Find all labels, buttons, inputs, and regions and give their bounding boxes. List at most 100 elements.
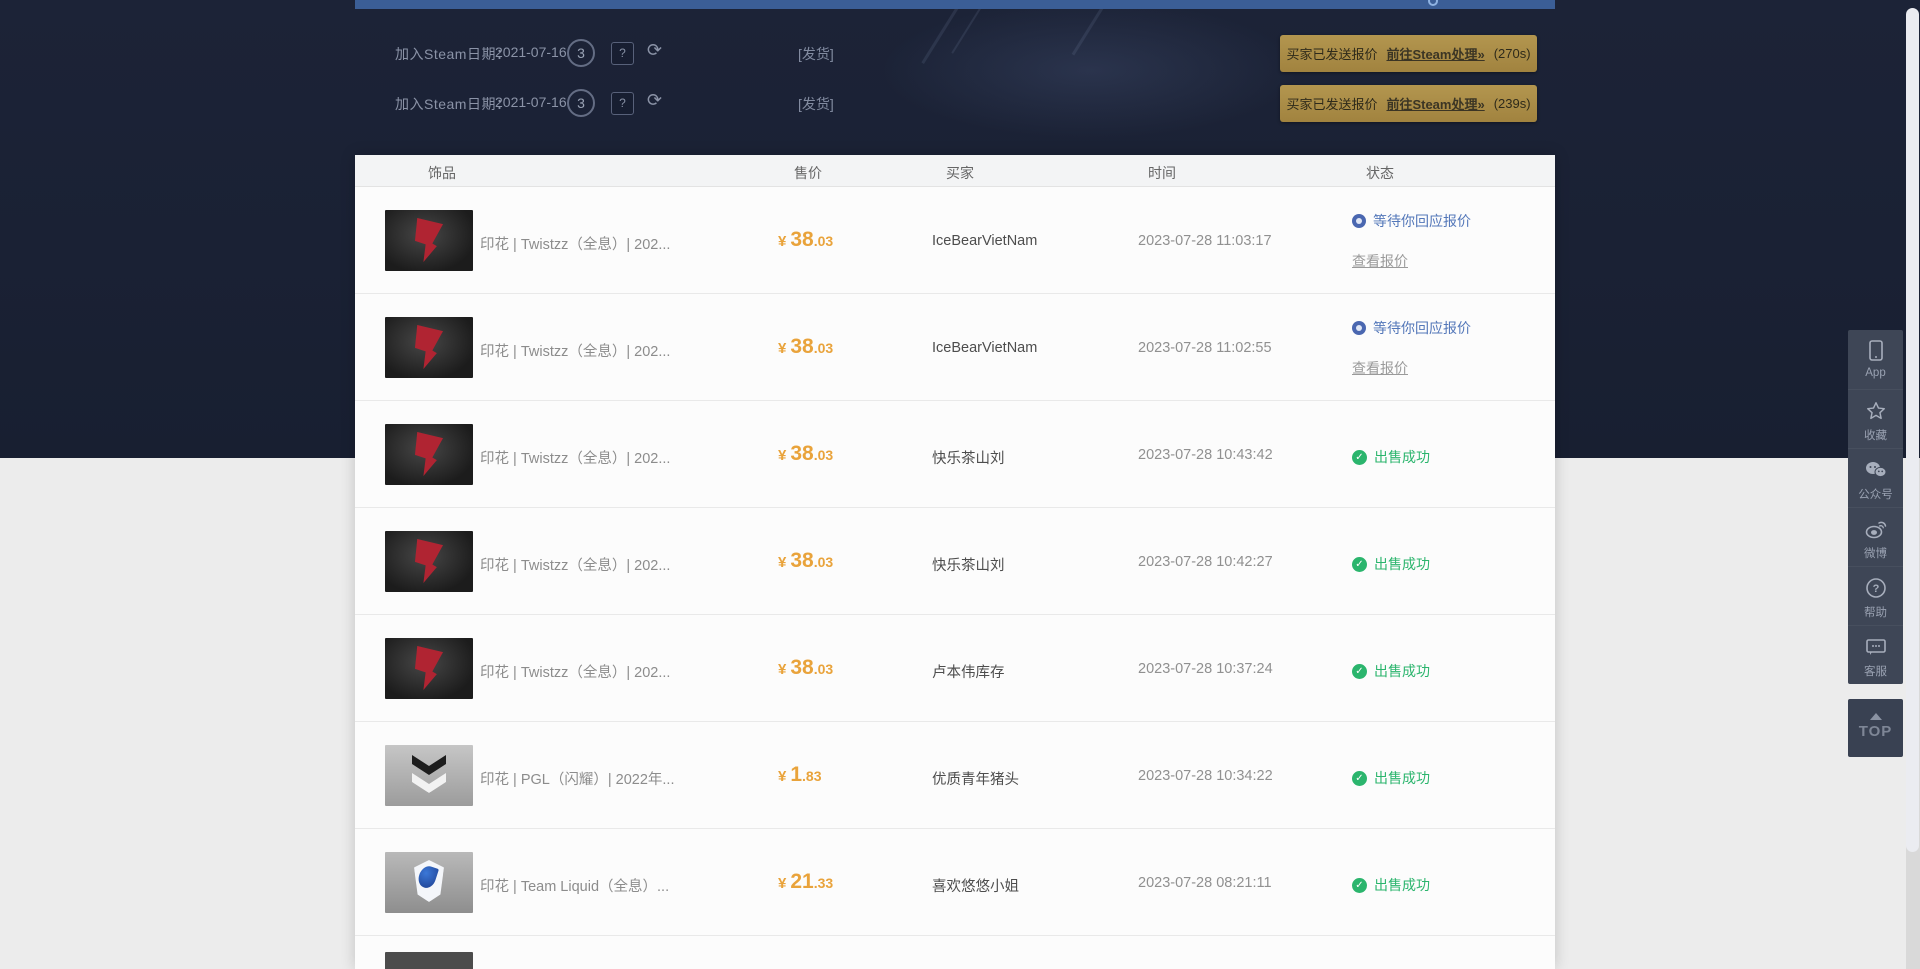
table-row: 印花 | PGL（闪耀）| 2022年... ¥1.83 优质青年猪头 2023… bbox=[355, 722, 1555, 829]
price-int: 38 bbox=[790, 228, 813, 251]
up-arrow-icon bbox=[1870, 713, 1882, 720]
item-image-faze-holo-sticker[interactable] bbox=[385, 317, 473, 378]
sidebar-item-service[interactable]: 客服 bbox=[1848, 625, 1903, 684]
buyer-name: 卢本伟库存 bbox=[932, 661, 1005, 682]
sale-time: 2023-07-28 08:21:11 bbox=[1138, 875, 1272, 891]
currency-symbol: ¥ bbox=[778, 875, 786, 892]
status-cell: 等待你回应报价 查看报价 bbox=[1352, 294, 1552, 401]
item-price: ¥38.03 bbox=[778, 335, 833, 359]
buyer-name: 优质青年猪头 bbox=[932, 768, 1019, 789]
currency-symbol: ¥ bbox=[778, 661, 786, 678]
ship-link[interactable]: [发货] bbox=[798, 44, 834, 64]
sale-time: 2023-07-28 11:03:17 bbox=[1138, 233, 1272, 249]
help-badge[interactable]: ? bbox=[611, 92, 634, 115]
item-image-team-liquid-holo-sticker[interactable] bbox=[385, 852, 473, 913]
item-name: 印花 | Twistzz（全息）| 202... bbox=[480, 554, 670, 575]
sidebar-item-label: 客服 bbox=[1848, 663, 1903, 679]
currency-symbol: ¥ bbox=[778, 554, 786, 571]
nav-badge-icon[interactable] bbox=[1428, 0, 1438, 6]
table-row: 印花 | Twistzz（全息）| 202... ¥38.03 快乐茶山刘 20… bbox=[355, 401, 1555, 508]
price-dec: .33 bbox=[814, 875, 833, 891]
sidebar-item-wechat[interactable]: 公众号 bbox=[1848, 448, 1903, 507]
success-status: ✓ 出售成功 bbox=[1352, 768, 1430, 788]
status-text: 出售成功 bbox=[1374, 661, 1430, 681]
price-dec: .03 bbox=[814, 447, 833, 463]
steam-offer-button[interactable]: 买家已发送报价 前往Steam处理» (270s) bbox=[1280, 35, 1537, 72]
item-image-faze-holo-sticker[interactable] bbox=[385, 210, 473, 271]
success-status: ✓ 出售成功 bbox=[1352, 661, 1430, 681]
chat-icon bbox=[1848, 635, 1903, 659]
item-price: ¥38.03 bbox=[778, 549, 833, 573]
pending-status-icon bbox=[1352, 214, 1366, 228]
item-price: ¥38.03 bbox=[778, 656, 833, 680]
status-cell: 等待你回应报价 查看报价 bbox=[1352, 187, 1552, 294]
steam-join-date-value: 2021-07-16 bbox=[495, 94, 567, 110]
table-row: 印花 | Twistzz（全息）| 202... ¥38.03 快乐茶山刘 20… bbox=[355, 508, 1555, 615]
header-price: 售价 bbox=[794, 163, 822, 183]
sale-time: 2023-07-28 10:34:22 bbox=[1138, 768, 1273, 784]
goto-steam-link[interactable]: 前往Steam处理» bbox=[1386, 94, 1484, 113]
pending-offer-row: 加入Steam日期： 2021-07-16 3 ? ⟳ [发货] 买家已发送报价… bbox=[355, 85, 1555, 122]
item-image-pgl-glitter-sticker[interactable] bbox=[385, 745, 473, 806]
buyer-name: 快乐茶山刘 bbox=[932, 554, 1005, 575]
floating-sidebar: App 收藏 公众号 微博 ? 帮助 bbox=[1848, 330, 1903, 684]
price-int: 38 bbox=[790, 442, 813, 465]
sidebar-item-help[interactable]: ? 帮助 bbox=[1848, 566, 1903, 625]
refresh-icon[interactable]: ⟳ bbox=[647, 90, 662, 111]
check-icon: ✓ bbox=[1352, 450, 1367, 465]
steam-join-date-label: 加入Steam日期： bbox=[395, 44, 510, 64]
sale-time: 2023-07-28 10:43:42 bbox=[1138, 447, 1273, 463]
status-text: 出售成功 bbox=[1374, 447, 1430, 467]
pending-status-icon bbox=[1352, 321, 1366, 335]
scrollbar-thumb[interactable] bbox=[1906, 8, 1919, 852]
count-badge: 3 bbox=[567, 89, 595, 117]
app-phone-icon bbox=[1848, 339, 1903, 363]
help-icon: ? bbox=[1848, 576, 1903, 600]
buyer-name: 快乐茶山刘 bbox=[932, 447, 1005, 468]
status-text: 等待你回应报价 bbox=[1373, 211, 1471, 231]
page: 加入Steam日期： 2021-07-16 3 ? ⟳ [发货] 买家已发送报价… bbox=[0, 0, 1920, 969]
item-name: 印花 | Twistzz（全息）| 202... bbox=[480, 233, 670, 254]
table-row: 印花 | Twistzz（全息）| 202... ¥38.03 IceBearV… bbox=[355, 294, 1555, 401]
price-int: 38 bbox=[790, 335, 813, 358]
view-offer-link[interactable]: 查看报价 bbox=[1352, 358, 1408, 378]
sidebar-item-favorites[interactable]: 收藏 bbox=[1848, 389, 1903, 448]
item-price: ¥38.03 bbox=[778, 228, 833, 252]
item-name: 印花 | Twistzz（全息）| 202... bbox=[480, 447, 670, 468]
offer-status-text: 买家已发送报价 bbox=[1286, 94, 1377, 113]
item-image-faze-holo-sticker[interactable] bbox=[385, 638, 473, 699]
currency-symbol: ¥ bbox=[778, 447, 786, 464]
goto-steam-link[interactable]: 前往Steam处理» bbox=[1386, 44, 1484, 63]
refresh-icon[interactable]: ⟳ bbox=[647, 40, 662, 61]
item-image-partial[interactable] bbox=[385, 952, 473, 969]
table-row: 印花 | Team Liquid（全息）... ¥21.33 喜欢悠悠小姐 20… bbox=[355, 829, 1555, 936]
steam-offer-button[interactable]: 买家已发送报价 前往Steam处理» (239s) bbox=[1280, 85, 1537, 122]
svg-text:?: ? bbox=[1872, 583, 1879, 595]
price-int: 1 bbox=[790, 763, 802, 786]
status-text: 等待你回应报价 bbox=[1373, 318, 1471, 338]
item-image-faze-holo-sticker[interactable] bbox=[385, 531, 473, 592]
price-dec: .03 bbox=[814, 661, 833, 677]
price-dec: .83 bbox=[802, 768, 821, 784]
sidebar-item-app[interactable]: App bbox=[1848, 330, 1903, 389]
pending-status-link[interactable]: 等待你回应报价 bbox=[1352, 318, 1471, 338]
sidebar-item-label: 帮助 bbox=[1848, 604, 1903, 620]
item-name: 印花 | PGL（闪耀）| 2022年... bbox=[480, 768, 674, 789]
sidebar-item-label: 微博 bbox=[1848, 545, 1903, 561]
success-status: ✓ 出售成功 bbox=[1352, 554, 1430, 574]
star-icon bbox=[1848, 399, 1903, 423]
price-dec: .03 bbox=[814, 554, 833, 570]
table-header: 饰品 售价 买家 时间 状态 bbox=[355, 155, 1555, 187]
sidebar-item-weibo[interactable]: 微博 bbox=[1848, 507, 1903, 566]
back-to-top-button[interactable]: TOP bbox=[1848, 699, 1903, 757]
currency-symbol: ¥ bbox=[778, 233, 786, 250]
header-time: 时间 bbox=[1148, 163, 1176, 183]
status-cell: ✓ 出售成功 bbox=[1352, 508, 1552, 615]
status-cell: ✓ 出售成功 bbox=[1352, 615, 1552, 722]
status-text: 出售成功 bbox=[1374, 768, 1430, 788]
help-badge[interactable]: ? bbox=[611, 42, 634, 65]
ship-link[interactable]: [发货] bbox=[798, 94, 834, 114]
view-offer-link[interactable]: 查看报价 bbox=[1352, 251, 1408, 271]
pending-status-link[interactable]: 等待你回应报价 bbox=[1352, 211, 1471, 231]
item-image-faze-holo-sticker[interactable] bbox=[385, 424, 473, 485]
